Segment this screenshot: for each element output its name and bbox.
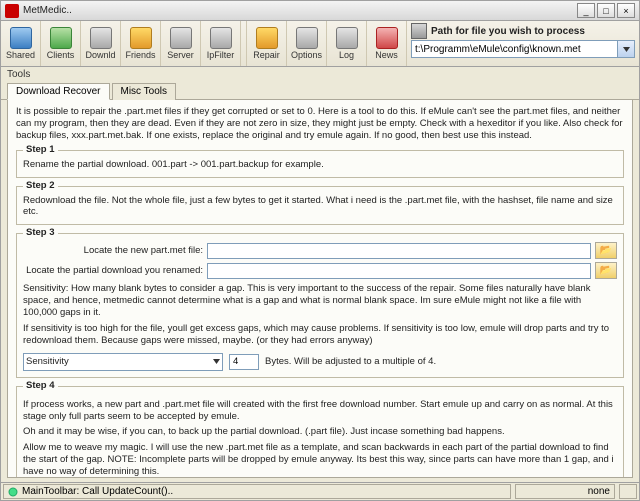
step3-group: Step 3 Locate the new part.met file: 📂 L… [16, 233, 624, 377]
sensitivity-warn: If sensitivity is too high for the file,… [23, 323, 617, 347]
downld-icon [90, 27, 112, 49]
step1-title: Step 1 [23, 144, 58, 156]
app-icon [5, 4, 19, 18]
options-icon [296, 27, 318, 49]
titlebar: MetMedic.. _ □ × [1, 1, 639, 21]
path-dropdown-button[interactable] [618, 40, 635, 58]
step2-group: Step 2 Redownload the file. Not the whol… [16, 186, 624, 226]
folder-open-icon: 📂 [600, 245, 612, 258]
content-panel: It is possible to repair the .part.met f… [7, 100, 633, 478]
toolbar-item-options[interactable]: Options [287, 21, 327, 66]
sensitivity-text: Sensitivity: How many blank bytes to con… [23, 283, 617, 319]
sensitivity-select[interactable]: Sensitivity [23, 353, 223, 371]
status-main-text: MainToolbar: Call UpdateCount().. [22, 486, 173, 497]
path-input[interactable] [411, 40, 618, 58]
status-icon [8, 487, 18, 497]
maximize-button[interactable]: □ [597, 3, 615, 18]
path-icon [411, 23, 427, 39]
toolbar-item-clients[interactable]: Clients [41, 21, 81, 66]
minimize-button[interactable]: _ [577, 3, 595, 18]
step1-group: Step 1 Rename the partial download. 001.… [16, 150, 624, 178]
toolbar-item-label: Clients [47, 50, 75, 60]
chevron-down-icon [623, 47, 630, 52]
bytes-input[interactable] [229, 354, 259, 370]
toolbar-item-shared[interactable]: Shared [1, 21, 41, 66]
repair-icon [256, 27, 278, 49]
tab-misc-tools[interactable]: Misc Tools [112, 83, 177, 100]
status-grip [619, 484, 637, 499]
toolbar-item-label: Server [167, 50, 194, 60]
step4-t1: If process works, a new part and .part.m… [23, 399, 617, 423]
toolbar-item-label: News [375, 50, 398, 60]
step4-t2: Oh and it may be wise, if you can, to ba… [23, 426, 617, 438]
step2-text: Redownload the file. Not the whole file,… [23, 195, 617, 219]
toolbar-item-label: Friends [125, 50, 155, 60]
clients-icon [50, 27, 72, 49]
window-title: MetMedic.. [23, 5, 72, 16]
friends-icon [130, 27, 152, 49]
locate-new-label: Locate the new part.met file: [23, 245, 203, 257]
toolbar-item-label: Log [339, 50, 354, 60]
locate-old-input[interactable] [207, 263, 591, 279]
toolbar-item-server[interactable]: Server [161, 21, 201, 66]
folder-open-icon: 📂 [600, 265, 612, 278]
toolbar-item-repair[interactable]: Repair [247, 21, 287, 66]
tabbar: Download Recover Misc Tools [1, 80, 639, 100]
toolbar-item-label: Shared [6, 50, 35, 60]
news-icon [376, 27, 398, 49]
sensitivity-select-label: Sensitivity [26, 356, 69, 368]
step1-text: Rename the partial download. 001.part ->… [23, 159, 617, 171]
step4-group: Step 4 If process works, a new part and … [16, 386, 624, 478]
step4-title: Step 4 [23, 380, 58, 392]
locate-old-label: Locate the partial download you renamed: [23, 265, 203, 277]
status-right-text: none [588, 486, 610, 497]
toolbar-item-label: IpFilter [207, 50, 235, 60]
server-icon [170, 27, 192, 49]
status-right: none [515, 484, 615, 499]
statusbar: MainToolbar: Call UpdateCount().. none [1, 482, 639, 500]
browse-new-button[interactable]: 📂 [595, 242, 617, 259]
browse-old-button[interactable]: 📂 [595, 262, 617, 279]
tab-download-recover[interactable]: Download Recover [7, 83, 110, 100]
toolbar-item-downld[interactable]: Downld [81, 21, 121, 66]
main-toolbar: Shared Clients Downld Friends Server IpFilter… [1, 21, 639, 67]
ipfilter-icon [210, 27, 232, 49]
bytes-text: Bytes. Will be adjusted to a multiple of… [265, 356, 436, 368]
log-icon [336, 27, 358, 49]
path-label: Path for file you wish to process [431, 26, 585, 37]
toolbar-item-news[interactable]: News [367, 21, 407, 66]
step3-title: Step 3 [23, 227, 58, 239]
toolbar-item-label: Repair [253, 50, 280, 60]
locate-new-input[interactable] [207, 243, 591, 259]
tools-label: Tools [1, 67, 639, 80]
toolbar-item-label: Downld [85, 50, 115, 60]
chevron-down-icon [213, 359, 220, 364]
toolbar-item-friends[interactable]: Friends [121, 21, 161, 66]
step4-t3: Allow me to weave my magic. I will use t… [23, 442, 617, 478]
toolbar-item-ipfilter[interactable]: IpFilter [201, 21, 241, 66]
app-window: MetMedic.. _ □ × Shared Clients Downld Frie… [0, 0, 640, 501]
toolbar-item-label: Options [291, 50, 322, 60]
shared-icon [10, 27, 32, 49]
status-main: MainToolbar: Call UpdateCount().. [3, 484, 511, 499]
toolbar-item-log[interactable]: Log [327, 21, 367, 66]
close-button[interactable]: × [617, 3, 635, 18]
intro-text: It is possible to repair the .part.met f… [16, 106, 624, 142]
path-area: Path for file you wish to process [407, 21, 639, 66]
step2-title: Step 2 [23, 180, 58, 192]
